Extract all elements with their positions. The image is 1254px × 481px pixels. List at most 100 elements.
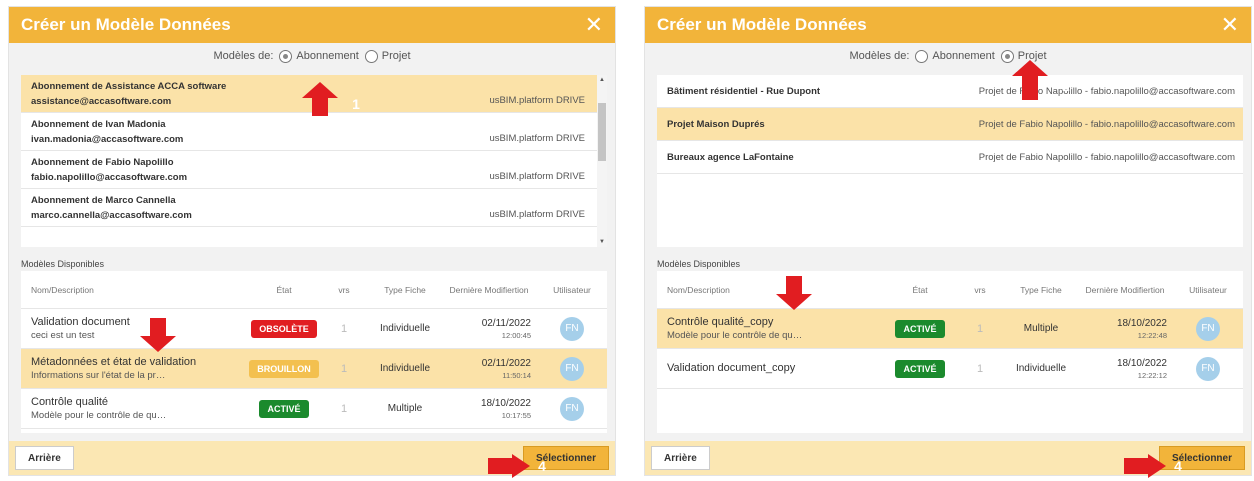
dialog-title: Créer un Modèle Données xyxy=(21,15,231,34)
model-version: 1 xyxy=(340,362,348,375)
project-name: Bureaux agence LaFontaine xyxy=(667,151,794,163)
models-source-radio-group: Modèles de: Abonnement Projet xyxy=(645,43,1251,69)
close-icon[interactable]: ✕ xyxy=(1221,14,1239,36)
step-3-arrow-icon: 3 xyxy=(776,276,834,310)
step-3-arrow-icon: 3 xyxy=(140,318,198,352)
model-title: Contrôle qualité_copy xyxy=(667,316,774,328)
table-header: Nom/Description État vrs Type Fiche Dern… xyxy=(21,271,607,309)
col-header-status[interactable]: État xyxy=(249,285,319,295)
radio-checked-icon xyxy=(279,49,293,63)
status-badge: ACTIVÉ xyxy=(259,399,309,418)
table-row[interactable]: Contrôle qualité_copy Modèle pour le cont… xyxy=(657,309,1243,349)
list-item[interactable]: Bureaux agence LaFontaine Projet de Fabi… xyxy=(657,141,1243,174)
models-section-label: Modèles Disponibles xyxy=(657,259,741,269)
back-button[interactable]: Arrière xyxy=(15,446,74,470)
list-item[interactable]: Abonnement de Marco Cannella marco.canne… xyxy=(21,189,607,227)
step-2-arrow-icon: 2 xyxy=(1012,60,1070,100)
col-header-name[interactable]: Nom/Description xyxy=(657,285,885,295)
model-type: Individuelle xyxy=(379,363,431,374)
dialog-header: Créer un Modèle Données ✕ xyxy=(645,7,1251,43)
step-number: 3 xyxy=(826,278,834,294)
col-header-name[interactable]: Nom/Description xyxy=(21,285,249,295)
list-item[interactable]: Abonnement de Fabio Napolillo fabio.napo… xyxy=(21,151,607,189)
radio-abonnement-label: Abonnement xyxy=(932,50,995,62)
table-row[interactable]: Métadonnées et état de validation Informa… xyxy=(21,349,607,389)
model-type: Multiple xyxy=(1023,323,1059,334)
avatar: FN xyxy=(1196,356,1220,381)
table-row[interactable]: Contrôle qualité Modèle pour le contrôle … xyxy=(21,389,607,429)
col-header-modified[interactable]: Dernière Modifiertion xyxy=(441,285,537,295)
step-4-arrow-icon: 4 xyxy=(1124,454,1182,478)
create-model-dialog-subscription: Créer un Modèle Données ✕ Modèles de: Ab… xyxy=(8,6,616,476)
list-item[interactable]: Projet Maison Duprés Projet de Fabio Nap… xyxy=(657,108,1243,141)
step-4-arrow-icon: 4 xyxy=(488,454,546,478)
table-header: Nom/Description État vrs Type Fiche Dern… xyxy=(657,271,1243,309)
model-description: Modèle pour le contrôle de qu… xyxy=(667,330,803,341)
model-version: 1 xyxy=(976,362,984,375)
subscription-platform: usBIM.platform DRIVE xyxy=(489,95,585,106)
col-header-type[interactable]: Type Fiche xyxy=(1005,285,1077,295)
table-row[interactable]: Validation document_copy ACTIVÉ 1 Indivi… xyxy=(657,349,1243,389)
model-version: 1 xyxy=(976,322,984,335)
model-time: 11:50:14 xyxy=(502,370,531,380)
table-row[interactable]: Validation document ceci est un test OBSO… xyxy=(21,309,607,349)
step-1-arrow-icon: 1 xyxy=(302,82,360,116)
project-owner: Projet de Fabio Napolillo - fabio.napoli… xyxy=(978,118,1235,130)
scroll-down-icon[interactable]: ▼ xyxy=(599,239,605,245)
subscription-name: Abonnement de Fabio Napolillo xyxy=(31,157,174,168)
step-number: 2 xyxy=(1062,78,1070,94)
avatar: FN xyxy=(560,316,584,341)
subscription-platform: usBIM.platform DRIVE xyxy=(489,171,585,182)
model-version: 1 xyxy=(340,402,348,415)
model-type: Individuelle xyxy=(1015,363,1067,374)
subscription-platform: usBIM.platform DRIVE xyxy=(489,209,585,220)
project-name: Projet Maison Duprés xyxy=(667,118,765,130)
model-time: 12:22:12 xyxy=(1137,370,1167,380)
col-header-version[interactable]: vrs xyxy=(955,285,1005,295)
model-time: 10:17:55 xyxy=(501,410,531,420)
subscription-name: Abonnement de Ivan Madonia xyxy=(31,119,166,130)
model-title: Métadonnées et état de validation xyxy=(31,356,197,368)
model-date: 02/11/2022 xyxy=(481,317,531,329)
models-section-label: Modèles Disponibles xyxy=(21,259,105,269)
project-name: Bâtiment résidentiel - Rue Dupont xyxy=(667,85,821,97)
col-header-type[interactable]: Type Fiche xyxy=(369,285,441,295)
col-header-status[interactable]: État xyxy=(885,285,955,295)
model-time: 12:00:45 xyxy=(501,330,531,340)
models-table: Nom/Description État vrs Type Fiche Dern… xyxy=(21,271,607,433)
status-badge: BROUILLON xyxy=(249,359,319,378)
model-date: 02/11/2022 xyxy=(481,357,531,369)
radio-unchecked-icon xyxy=(364,49,378,63)
status-badge: OBSOLÈTE xyxy=(251,319,317,338)
model-date: 18/10/2022 xyxy=(1116,357,1167,369)
list-item[interactable]: Abonnement de Ivan Madonia ivan.madonia@… xyxy=(21,113,607,151)
subscription-name: Abonnement de Marco Cannella xyxy=(31,195,176,206)
radio-group-label: Modèles de: xyxy=(213,50,274,62)
dialog-title: Créer un Modèle Données xyxy=(657,15,867,34)
step-number: 3 xyxy=(190,320,198,336)
subscription-platform: usBIM.platform DRIVE xyxy=(489,133,585,144)
col-header-modified[interactable]: Dernière Modifiertion xyxy=(1077,285,1173,295)
avatar: FN xyxy=(1196,316,1220,341)
radio-abonnement[interactable]: Abonnement xyxy=(279,49,359,63)
model-date: 18/10/2022 xyxy=(480,397,531,409)
model-description: Modèle pour le contrôle de qu… xyxy=(31,410,167,421)
radio-projet[interactable]: Projet xyxy=(364,49,411,63)
scrollbar[interactable]: ▲ ▼ xyxy=(597,75,607,247)
model-title: Contrôle qualité xyxy=(31,396,109,408)
create-model-dialog-project: Créer un Modèle Données ✕ Modèles de: Ab… xyxy=(644,6,1252,476)
radio-abonnement[interactable]: Abonnement xyxy=(915,49,995,63)
close-icon[interactable]: ✕ xyxy=(585,14,603,36)
radio-unchecked-icon xyxy=(915,49,929,63)
scroll-up-icon[interactable]: ▲ xyxy=(599,77,605,83)
col-header-user[interactable]: Utilisateur xyxy=(537,285,607,295)
step-number: 1 xyxy=(352,96,360,112)
col-header-version[interactable]: vrs xyxy=(319,285,369,295)
list-item[interactable]: Bâtiment résidentiel - Rue Dupont Projet… xyxy=(657,75,1243,108)
back-button[interactable]: Arrière xyxy=(651,446,710,470)
col-header-user[interactable]: Utilisateur xyxy=(1173,285,1243,295)
radio-group-label: Modèles de: xyxy=(849,50,910,62)
scroll-thumb[interactable] xyxy=(598,103,606,161)
step-number: 4 xyxy=(538,458,546,474)
project-list: Bâtiment résidentiel - Rue Dupont Projet… xyxy=(657,75,1243,247)
